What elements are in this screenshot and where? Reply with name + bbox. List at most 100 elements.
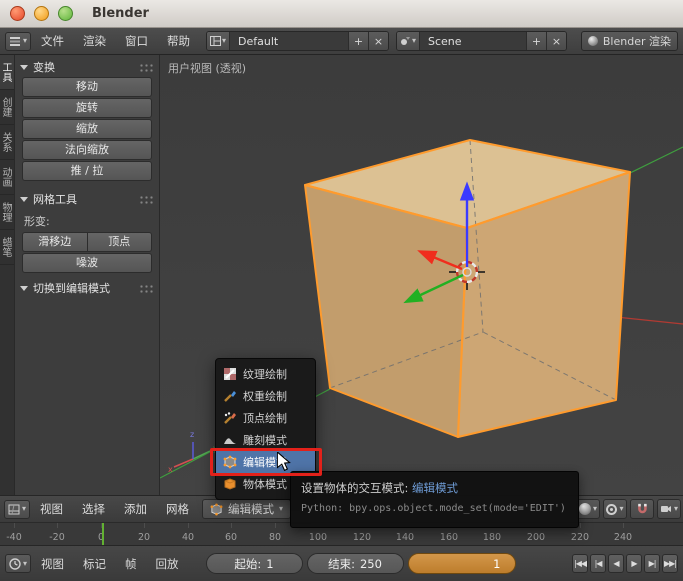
tool-shelf: 工具 创建 关系 动画 物理 蜡笔 变换 移动 旋转 缩放 法向缩放 推 / 拉…	[0, 55, 160, 495]
edit-mode-icon	[210, 503, 223, 515]
end-frame-field[interactable]: 结束: 250	[306, 553, 404, 574]
chevron-down-icon: ▾	[619, 504, 624, 513]
menu-help[interactable]: 帮助	[158, 29, 199, 53]
mode-dropdown[interactable]: 编辑模式 ▾	[202, 499, 292, 519]
ruler-tick: 140	[395, 532, 415, 543]
menu-item-texture-paint[interactable]: 纹理绘制	[216, 363, 315, 385]
annotation-highlight-box	[210, 448, 322, 476]
layout-name-field[interactable]: Default	[230, 32, 348, 50]
window-titlebar: Blender	[0, 0, 683, 28]
tab-tools[interactable]: 工具	[0, 55, 14, 90]
menu-item-label: 顶点绘制	[243, 412, 287, 425]
layout-add-button[interactable]: +	[348, 32, 368, 50]
menu-window[interactable]: 窗口	[116, 29, 157, 53]
shading-sphere-icon	[578, 503, 591, 515]
render-engine-icon	[587, 36, 598, 46]
menu-render[interactable]: 渲染	[74, 29, 115, 53]
pivot-point-dropdown[interactable]: ▾	[603, 499, 627, 519]
shrink-fatten-button[interactable]: 法向缩放	[22, 140, 152, 160]
snap-button[interactable]	[630, 499, 654, 519]
chevron-down-icon: ▾	[279, 504, 284, 513]
ruler-tick: 100	[308, 532, 328, 543]
scene-name-field[interactable]: Scene	[420, 32, 526, 50]
sculpt-mode-icon	[223, 433, 237, 447]
deform-button-row: 滑移边 顶点	[22, 232, 152, 252]
jump-to-end-button[interactable]: ▶▶|	[662, 554, 678, 573]
play-button[interactable]: ▶	[626, 554, 642, 573]
layout-browse-button[interactable]: ▾	[207, 32, 230, 50]
svg-text:x: x	[168, 465, 173, 474]
menu-marker[interactable]: 标记	[74, 552, 115, 576]
tab-grease-pencil[interactable]: 蜡笔	[0, 230, 14, 265]
panel-header-switch-edit-mode[interactable]: 切换到编辑模式	[15, 279, 159, 297]
translate-button[interactable]: 移动	[22, 77, 152, 97]
rotate-button[interactable]: 旋转	[22, 98, 152, 118]
prev-keyframe-button[interactable]: |◀	[590, 554, 606, 573]
editor-type-timeline-button[interactable]: ▾	[5, 554, 31, 573]
render-engine-selector[interactable]: Blender 渲染	[580, 31, 678, 51]
minimize-window-button[interactable]	[34, 6, 49, 21]
panel-header-mesh-tools[interactable]: 网格工具	[15, 190, 159, 208]
menu-file[interactable]: 文件	[32, 29, 73, 53]
current-frame-field[interactable]: 1	[407, 553, 516, 574]
current-frame-playhead[interactable]	[102, 523, 104, 545]
ruler-tick: 20	[137, 532, 151, 543]
start-frame-field[interactable]: 起始: 1	[205, 553, 303, 574]
noise-button[interactable]: 噪波	[22, 253, 152, 273]
menu-playback[interactable]: 回放	[147, 552, 188, 576]
panel-expand-icon	[20, 64, 28, 70]
scene-browse-button[interactable]: ▾	[397, 32, 420, 50]
close-window-button[interactable]	[10, 6, 25, 21]
menu-add[interactable]: 添加	[115, 497, 156, 521]
tab-create[interactable]: 创建	[0, 90, 14, 125]
start-frame-value: 1	[266, 556, 274, 571]
scene-selector: ▾ Scene + ×	[396, 31, 567, 51]
ruler-tick: 220	[570, 532, 590, 543]
menu-timeline-view[interactable]: 视图	[32, 552, 73, 576]
tab-physics[interactable]: 物理	[0, 195, 14, 230]
chevron-down-icon: ▾	[21, 504, 26, 513]
push-pull-button[interactable]: 推 / 拉	[22, 161, 152, 181]
scale-button[interactable]: 缩放	[22, 119, 152, 139]
panel-expand-icon	[20, 196, 28, 202]
menu-mesh[interactable]: 网格	[157, 497, 198, 521]
menu-frame[interactable]: 帧	[116, 552, 146, 576]
vertex-paint-icon	[223, 411, 237, 425]
menu-item-weight-paint[interactable]: 权重绘制	[216, 385, 315, 407]
render-view-dropdown[interactable]: ▾	[657, 499, 681, 519]
clock-icon	[9, 557, 21, 570]
panel-title: 变换	[33, 61, 55, 74]
menu-item-label: 纹理绘制	[243, 368, 287, 381]
viewport-shading-dropdown[interactable]: ▾	[576, 499, 600, 519]
editor-type-3dview-button[interactable]: ▾	[4, 499, 30, 519]
editor-type-info-button[interactable]: ▾	[5, 31, 31, 51]
menu-item-vertex-paint[interactable]: 顶点绘制	[216, 407, 315, 429]
tooltip: 设置物体的交互模式: 编辑模式 Python: bpy.ops.object.m…	[290, 471, 579, 528]
vertex-slide-button[interactable]: 顶点	[86, 232, 152, 252]
svg-text:z: z	[190, 430, 194, 439]
blender-window: Blender ▾ 文件 渲染 窗口 帮助 ▾ Default + × ▾ Sc…	[0, 0, 683, 581]
ruler-tick: 60	[224, 532, 238, 543]
jump-to-start-button[interactable]: |◀◀	[572, 554, 588, 573]
panel-header-transform[interactable]: 变换	[15, 58, 159, 76]
play-reverse-button[interactable]: ◀	[608, 554, 624, 573]
menu-item-label: 雕刻模式	[243, 434, 287, 447]
ruler-tick: 240	[613, 532, 633, 543]
window-title: Blender	[92, 6, 149, 21]
layout-delete-button[interactable]: ×	[368, 32, 388, 50]
scene-delete-button[interactable]: ×	[546, 32, 566, 50]
maximize-window-button[interactable]	[58, 6, 73, 21]
next-keyframe-button[interactable]: ▶|	[644, 554, 660, 573]
panel-drag-handle[interactable]	[139, 194, 154, 204]
panel-drag-handle[interactable]	[139, 283, 154, 293]
panel-title: 切换到编辑模式	[33, 282, 110, 295]
edge-slide-button[interactable]: 滑移边	[22, 232, 87, 252]
panel-drag-handle[interactable]	[139, 62, 154, 72]
menu-view[interactable]: 视图	[31, 497, 72, 521]
menu-select[interactable]: 选择	[73, 497, 114, 521]
scene-add-button[interactable]: +	[526, 32, 546, 50]
tooltip-value: 编辑模式	[412, 481, 459, 495]
tab-relations[interactable]: 关系	[0, 125, 14, 160]
tab-animation[interactable]: 动画	[0, 160, 14, 195]
3d-view-editor-icon	[8, 504, 20, 514]
